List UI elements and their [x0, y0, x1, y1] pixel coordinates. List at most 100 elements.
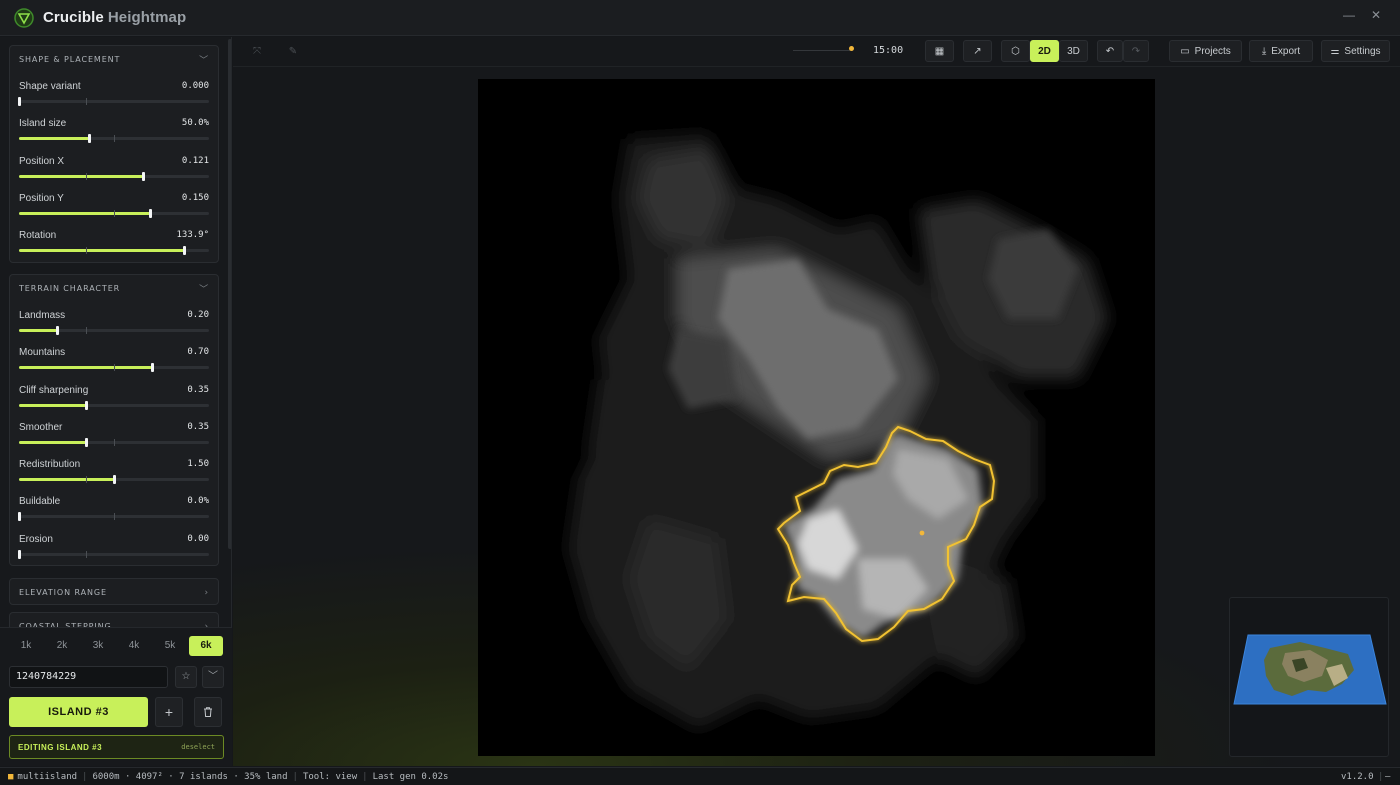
star-icon[interactable]: ☆ — [175, 666, 197, 688]
slider-value: 0.35 — [187, 384, 209, 395]
slider-fill — [19, 211, 151, 215]
slider-default-tick — [85, 98, 87, 105]
editing-island-label: EDITING ISLAND #3 — [18, 742, 103, 752]
slider-default-tick — [85, 247, 87, 255]
slider-fill — [19, 478, 114, 482]
add-island-icon[interactable]: + — [155, 697, 183, 727]
close-icon[interactable]: ✕ — [1371, 8, 1381, 22]
slider-label: Island size — [19, 118, 67, 130]
island-select-button[interactable]: ISLAND #3 — [9, 697, 148, 727]
slider-thumb[interactable] — [18, 549, 21, 559]
resolution-3k-button[interactable]: 3k — [81, 636, 115, 656]
minimap-3d-preview[interactable] — [1229, 597, 1389, 757]
slider-value: 0.00 — [187, 533, 209, 544]
slider-thumb[interactable] — [88, 134, 92, 144]
chevron-down-icon: ﹀ — [199, 56, 209, 66]
redo-icon[interactable]: ↷ — [1123, 40, 1149, 62]
slider-track[interactable] — [19, 400, 209, 410]
minimize-icon[interactable]: — — [1343, 8, 1355, 22]
slider-track[interactable] — [19, 171, 209, 181]
time-of-day: 15:00 — [873, 45, 904, 56]
heightmap-canvas[interactable] — [478, 79, 1155, 756]
slider-thumb[interactable] — [18, 97, 21, 106]
slider-label: Smoother — [19, 421, 63, 433]
slider-value: 0.150 — [181, 192, 209, 203]
slider-track[interactable] — [19, 208, 209, 218]
slider-position-y: Position Y 0.150 — [10, 185, 218, 222]
slider-label: Shape variant — [19, 81, 81, 92]
resolution-6k-button[interactable]: 6k — [189, 636, 223, 656]
undo-icon[interactable]: ↶ — [1097, 40, 1123, 62]
viewport: ⤧ ✎ 15:00 ▦ ↗ ⬡ 2D 3D ↶ ↷ ▭ Projects ⤓ Exp… — [233, 37, 1400, 766]
settings-label: Settings — [1344, 45, 1381, 57]
slider-track[interactable] — [18, 97, 209, 106]
slider-thumb[interactable] — [84, 400, 88, 410]
resolution-2k-button[interactable]: 2k — [45, 636, 79, 656]
slider-label: Landmass — [19, 310, 66, 321]
status-tool: Tool: view — [302, 771, 358, 782]
terrain-character-panel: TERRAIN CHARACTER ﹀ Landmass 0.20 Mountains… — [9, 274, 219, 567]
slider-value: 50.0% — [181, 118, 209, 129]
slider-thumb[interactable] — [149, 208, 153, 218]
resolution-1k-button[interactable]: 1k — [9, 636, 43, 656]
slider-thumb[interactable] — [183, 246, 187, 256]
elevation-range-panel[interactable]: ELEVATION RANGE › — [9, 578, 219, 605]
shape-placement-header[interactable]: SHAPE & PLACEMENT ﹀ — [10, 46, 218, 73]
slider-thumb[interactable] — [113, 475, 116, 485]
terrain-character-header[interactable]: TERRAIN CHARACTER ﹀ — [10, 275, 218, 302]
slider-thumb[interactable] — [18, 512, 21, 522]
slider-shape-variant: Shape variant 0.000 — [10, 73, 218, 110]
slider-fill — [19, 137, 90, 141]
export-button[interactable]: ⤓ Export — [1249, 40, 1313, 62]
chevron-down-icon[interactable]: ﹀ — [202, 666, 224, 688]
status-bar: ■ multiisland | 6000m · 4097² · 7 island… — [0, 767, 1400, 785]
grid-icon[interactable]: ▦ — [925, 40, 954, 62]
slider-track[interactable] — [19, 326, 209, 335]
slider-track[interactable] — [19, 475, 209, 485]
slider-track[interactable] — [18, 549, 209, 559]
slider-default-tick — [114, 364, 115, 372]
sun-icon[interactable] — [849, 46, 854, 51]
select-tool-icon[interactable]: ⤧ — [247, 40, 267, 62]
slider-value: 0.0% — [187, 496, 209, 507]
slider-mountains: Mountains 0.70 — [10, 339, 218, 376]
status-last-gen: Last gen 0.02s — [372, 771, 449, 782]
settings-button[interactable]: ⚌ Settings — [1321, 40, 1390, 62]
view-2d-button[interactable]: 2D — [1030, 40, 1059, 62]
slider-track[interactable] — [19, 363, 209, 373]
island-center-marker — [919, 530, 925, 536]
slider-default-tick — [114, 135, 115, 143]
slider-smoother: Smoother 0.35 — [10, 414, 218, 451]
slider-erosion: Erosion 0.00 — [10, 526, 218, 563]
slider-thumb[interactable] — [141, 171, 145, 181]
resolution-4k-button[interactable]: 4k — [117, 636, 151, 656]
slider-label: Position Y — [19, 192, 64, 204]
brush-tool-icon[interactable]: ✎ — [283, 40, 303, 62]
slider-thumb[interactable] — [56, 326, 59, 335]
slider-thumb[interactable] — [151, 363, 154, 373]
slider-default-tick — [85, 327, 87, 334]
trend-icon[interactable]: ↗ — [963, 40, 992, 62]
slider-track[interactable] — [19, 437, 209, 447]
status-map-info: 6000m · 4097² · 7 islands · 35% land — [92, 771, 288, 782]
slider-track[interactable] — [18, 512, 209, 522]
time-slider-track[interactable] — [793, 50, 853, 51]
slider-default-tick — [114, 513, 115, 521]
resolution-5k-button[interactable]: 5k — [153, 636, 187, 656]
status-version: v1.2.0 — [1341, 771, 1374, 782]
slider-default-tick — [85, 172, 87, 180]
heightmap-image — [568, 134, 1108, 729]
slider-track[interactable] — [19, 246, 209, 256]
slider-track[interactable] — [19, 134, 209, 144]
deselect-link[interactable]: deselect — [181, 743, 215, 751]
projects-button[interactable]: ▭ Projects — [1169, 40, 1242, 62]
app-logo-icon — [14, 7, 34, 28]
slider-thumb[interactable] — [84, 437, 88, 447]
cube-icon[interactable]: ⬡ — [1001, 40, 1030, 62]
sidebar-scrollbar[interactable] — [228, 39, 231, 549]
slider-value: 0.000 — [181, 81, 209, 91]
slider-label: Erosion — [19, 533, 53, 545]
delete-island-icon[interactable] — [194, 697, 222, 727]
seed-input[interactable]: 1240784229 — [9, 666, 168, 688]
view-3d-button[interactable]: 3D — [1059, 40, 1088, 62]
